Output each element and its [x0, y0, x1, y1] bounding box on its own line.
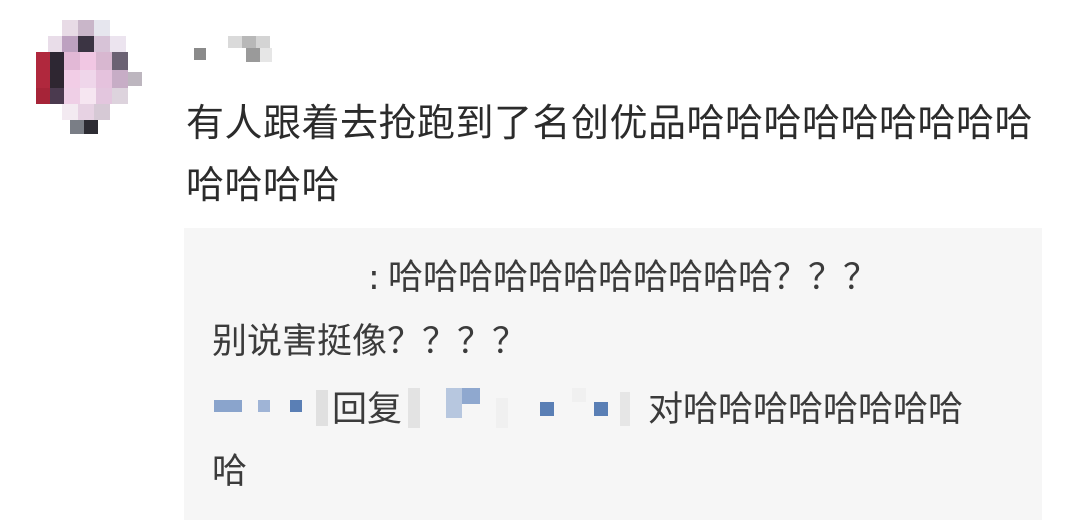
reply-1-continuation: 别说害挺像？？？？: [212, 320, 527, 364]
reply-2-text-line1: 对哈哈哈哈哈哈哈哈: [648, 390, 964, 430]
reply-2-target-author-mosaic-icon: [408, 388, 630, 428]
comment-text: 有人跟着去抢跑到了名创优品哈哈哈哈哈哈哈哈哈哈哈哈哈: [186, 101, 1034, 207]
username[interactable]: [190, 34, 300, 68]
reply-2-text-line2: 哈: [212, 452, 248, 492]
avatar[interactable]: [34, 16, 158, 140]
reply-2-continuation: 哈: [212, 450, 247, 494]
reply-1-text-line2: 别说害挺像？？？？: [212, 322, 528, 362]
avatar-mosaic-icon: [36, 20, 142, 134]
reply-2-reply-word: 回复: [332, 390, 403, 430]
reply-1-author-mosaic-icon: [212, 256, 372, 300]
reply-2-author-mosaic-icon: [214, 390, 328, 426]
username-mosaic-icon: [194, 36, 272, 62]
reply-box[interactable]: : 哈哈哈哈哈哈哈哈哈哈哈？？？ 别说害挺像？？？？ 回复 对哈哈哈哈哈哈哈哈 …: [184, 228, 1042, 520]
reply-1-separator: :: [368, 258, 380, 298]
reply-1-text-line1: 哈哈哈哈哈哈哈哈哈哈哈？？？: [388, 258, 879, 298]
